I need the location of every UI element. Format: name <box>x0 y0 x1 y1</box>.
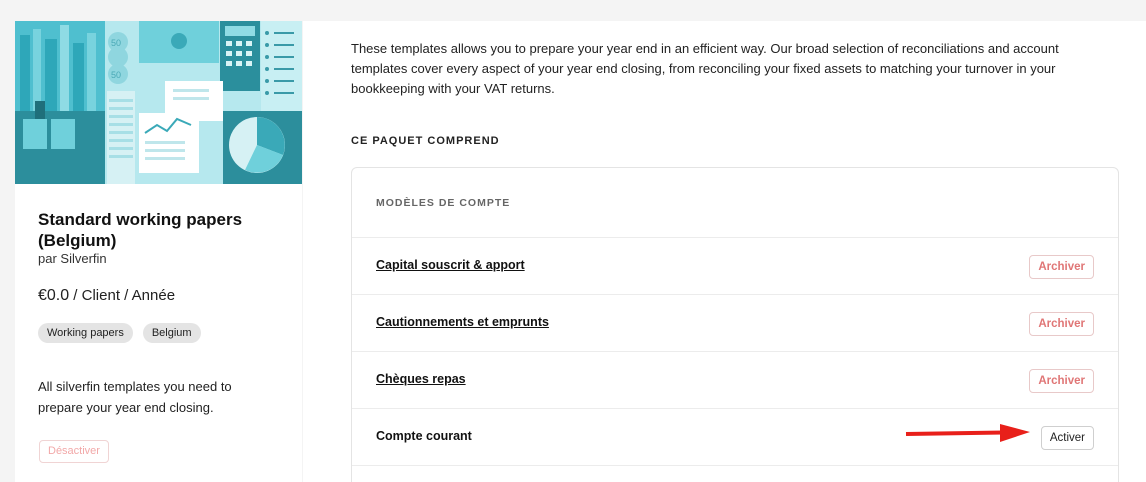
template-row: Capital souscrit & apport Archiver <box>352 238 1118 295</box>
package-price: €0.0 / Client / Année <box>38 287 175 305</box>
price-amount: €0.0 <box>38 287 70 304</box>
package-title: Standard working papers (Belgium) <box>38 210 243 250</box>
template-link[interactable]: Capital souscrit & apport <box>376 258 525 272</box>
package-description: All silverfin templates you need to prep… <box>38 379 232 415</box>
template-row: Cautionnements et emprunts Archiver <box>352 295 1118 352</box>
tag-belgium: Belgium <box>142 323 201 343</box>
template-link[interactable]: Chèques repas <box>376 372 466 386</box>
price-unit: / Client / Année <box>69 287 176 304</box>
archive-button[interactable]: Archiver <box>1029 312 1094 336</box>
template-label: Compte courant <box>376 429 472 443</box>
section-heading: CE PAQUET COMPREND <box>351 135 500 147</box>
template-link[interactable]: Cautionnements et emprunts <box>376 315 549 329</box>
account-templates-heading: MODÈLES DE COMPTE <box>376 197 511 209</box>
package-author: par Silverfin <box>38 251 107 266</box>
tag-working-papers: Working papers <box>38 323 133 343</box>
activate-button[interactable]: Activer <box>1040 426 1094 450</box>
deactivate-button[interactable]: Désactiver <box>39 440 109 463</box>
package-card: 50 50 Standard working papers (Belgium) … <box>15 21 302 482</box>
svg-text:50: 50 <box>111 70 121 80</box>
tag-list: Working papers Belgium <box>38 323 201 343</box>
red-arrow-annotation <box>905 424 1030 442</box>
package-intro: These templates allows you to prepare yo… <box>351 41 1059 96</box>
archive-button[interactable]: Archiver <box>1029 369 1094 393</box>
template-row: Chèques repas Archiver <box>352 352 1118 409</box>
coin-label: 50 <box>111 38 121 48</box>
package-illustration: 50 50 <box>15 21 302 184</box>
archive-button[interactable]: Archiver <box>1029 255 1094 279</box>
